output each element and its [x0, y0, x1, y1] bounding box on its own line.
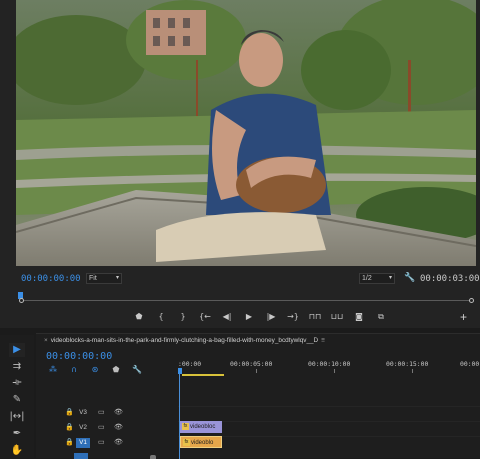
panel-menu-icon[interactable]: ≡: [321, 337, 325, 344]
ruler-tick: [334, 369, 335, 373]
sync-lock-icon[interactable]: ▭: [98, 423, 105, 431]
ruler-label: :00:00: [178, 360, 202, 368]
nest-sequence-icon[interactable]: ⁂: [46, 365, 60, 374]
playback-resolution-dropdown[interactable]: 1/2 ▾: [359, 273, 395, 284]
fx-badge-icon: fx: [182, 423, 189, 430]
mark-in-icon[interactable]: {: [150, 310, 172, 324]
lock-icon[interactable]: 🔒: [65, 438, 74, 446]
clip-v1[interactable]: fx videoblo: [180, 436, 222, 448]
timeline-toolbar: ⁂ ∩ ⊛ ⬟ 🔧: [46, 365, 144, 374]
track-row-v2: 🔒 V2 ▭ 👁 fx videobloc: [36, 421, 480, 435]
scrub-track: [20, 300, 472, 301]
export-frame-icon[interactable]: ◙: [348, 310, 370, 324]
chevron-down-icon: ▾: [115, 275, 119, 281]
ruler-label: 00:00: [460, 360, 480, 368]
hand-tool-icon[interactable]: ✋: [9, 444, 25, 458]
go-to-in-icon[interactable]: {←: [194, 310, 216, 324]
add-marker-icon[interactable]: ⬟: [109, 365, 123, 374]
button-editor-plus-button[interactable]: +: [460, 310, 467, 324]
chevron-down-icon: ▾: [388, 275, 392, 281]
work-area-bar[interactable]: [182, 374, 224, 376]
eye-icon[interactable]: 👁: [114, 423, 123, 431]
settings-wrench-icon[interactable]: 🔧: [404, 272, 415, 283]
sync-lock-icon[interactable]: ▭: [98, 408, 105, 416]
sync-lock-icon[interactable]: ▭: [98, 438, 105, 446]
sequence-tab[interactable]: × videoblocks-a-man-sits-in-the-park-and-…: [44, 337, 325, 344]
transport-controls: ⬟{} {← ◀| ▶ |▶ →} ⊓⊓ ⊔⊔ ◙ ⧉: [128, 310, 392, 324]
tools-panel: ▶ ⇉ ⟛ ✎ |↔| ✒ ✋: [0, 335, 34, 458]
clip-v2[interactable]: fx videobloc: [180, 421, 222, 433]
extract-icon[interactable]: ⊔⊔: [326, 310, 348, 324]
track-header-handle[interactable]: [150, 455, 156, 459]
add-marker-icon[interactable]: ⬟: [128, 310, 150, 324]
step-back-icon[interactable]: ◀|: [216, 310, 238, 324]
zoom-level-value: Fit: [89, 275, 97, 282]
track-lane-v3[interactable]: [178, 406, 480, 420]
program-monitor: 00:00:00:00 Fit ▾ 1/2 ▾ 🔧 00:00:03:00 ⬟{…: [0, 0, 480, 328]
timeline-settings-wrench-icon[interactable]: 🔧: [130, 365, 144, 374]
slip-tool-icon[interactable]: |↔|: [9, 410, 25, 424]
go-to-out-icon[interactable]: →}: [282, 310, 304, 324]
clip-label: videobloc: [190, 424, 216, 430]
track-name[interactable]: V3: [76, 408, 90, 418]
pen-tool-icon[interactable]: ✒: [9, 427, 25, 441]
step-forward-icon[interactable]: |▶: [260, 310, 282, 324]
track-lane-v1[interactable]: [178, 436, 480, 450]
ruler-label: 00:00:10:00: [308, 360, 351, 368]
zoom-level-dropdown[interactable]: Fit ▾: [86, 273, 122, 284]
track-select-tool-icon[interactable]: ⇉: [9, 360, 25, 374]
track-lane-v2[interactable]: [178, 421, 480, 435]
eye-icon[interactable]: 👁: [114, 408, 123, 416]
timeline-panel: × videoblocks-a-man-sits-in-the-park-and-…: [36, 333, 480, 459]
out-point-handle[interactable]: [469, 298, 474, 303]
current-timecode[interactable]: 00:00:00:00: [21, 274, 81, 284]
lock-icon[interactable]: 🔒: [65, 423, 74, 431]
razor-tool-icon[interactable]: ✎: [9, 393, 25, 407]
linked-selection-icon[interactable]: ⊛: [88, 365, 102, 374]
lift-icon[interactable]: ⊓⊓: [304, 310, 326, 324]
mark-out-icon[interactable]: }: [172, 310, 194, 324]
track-name[interactable]: V1: [76, 438, 90, 448]
timeline-timecode[interactable]: 00:00:00:00: [46, 351, 112, 362]
track-name[interactable]: V2: [76, 423, 90, 433]
in-point-handle[interactable]: [19, 298, 24, 303]
video-preview[interactable]: [16, 0, 476, 266]
track-target-a1[interactable]: [74, 453, 88, 459]
playhead-scrubber[interactable]: [18, 292, 474, 303]
video-frame-image: [16, 0, 476, 266]
playback-resolution-value: 1/2: [362, 275, 372, 282]
track-row-v1: 🔒 V1 ▭ 👁 fx videoblo: [36, 436, 480, 450]
monitor-controls: 00:00:00:00 Fit ▾ 1/2 ▾ 🔧 00:00:03:00 ⬟{…: [0, 266, 480, 328]
track-header-v1: 🔒 V1 ▭ 👁: [36, 436, 178, 450]
close-tab-icon[interactable]: ×: [44, 337, 48, 344]
duration-timecode: 00:00:03:00: [420, 274, 480, 284]
snap-magnet-icon[interactable]: ∩: [67, 365, 81, 374]
ruler-label: 00:00:05:00: [230, 360, 273, 368]
track-row-v3: 🔒 V3 ▭ 👁: [36, 406, 480, 420]
ruler-tick: [412, 369, 413, 373]
sequence-name: videoblocks-a-man-sits-in-the-park-and-f…: [50, 337, 319, 344]
lock-icon[interactable]: 🔒: [65, 408, 74, 416]
play-icon[interactable]: ▶: [238, 310, 260, 324]
ripple-edit-tool-icon[interactable]: ⟛: [9, 376, 25, 390]
eye-icon[interactable]: 👁: [114, 438, 123, 446]
clip-label: videoblo: [191, 440, 214, 446]
ruler-tick: [256, 369, 257, 373]
fx-badge-icon: fx: [183, 439, 190, 446]
comparison-view-icon[interactable]: ⧉: [370, 310, 392, 324]
playhead-line: [179, 374, 180, 459]
selection-tool-icon[interactable]: ▶: [9, 343, 25, 357]
track-header-v3: 🔒 V3 ▭ 👁: [36, 406, 178, 420]
track-header-v2: 🔒 V2 ▭ 👁: [36, 421, 178, 435]
ruler-label: 00:00:15:00: [386, 360, 429, 368]
